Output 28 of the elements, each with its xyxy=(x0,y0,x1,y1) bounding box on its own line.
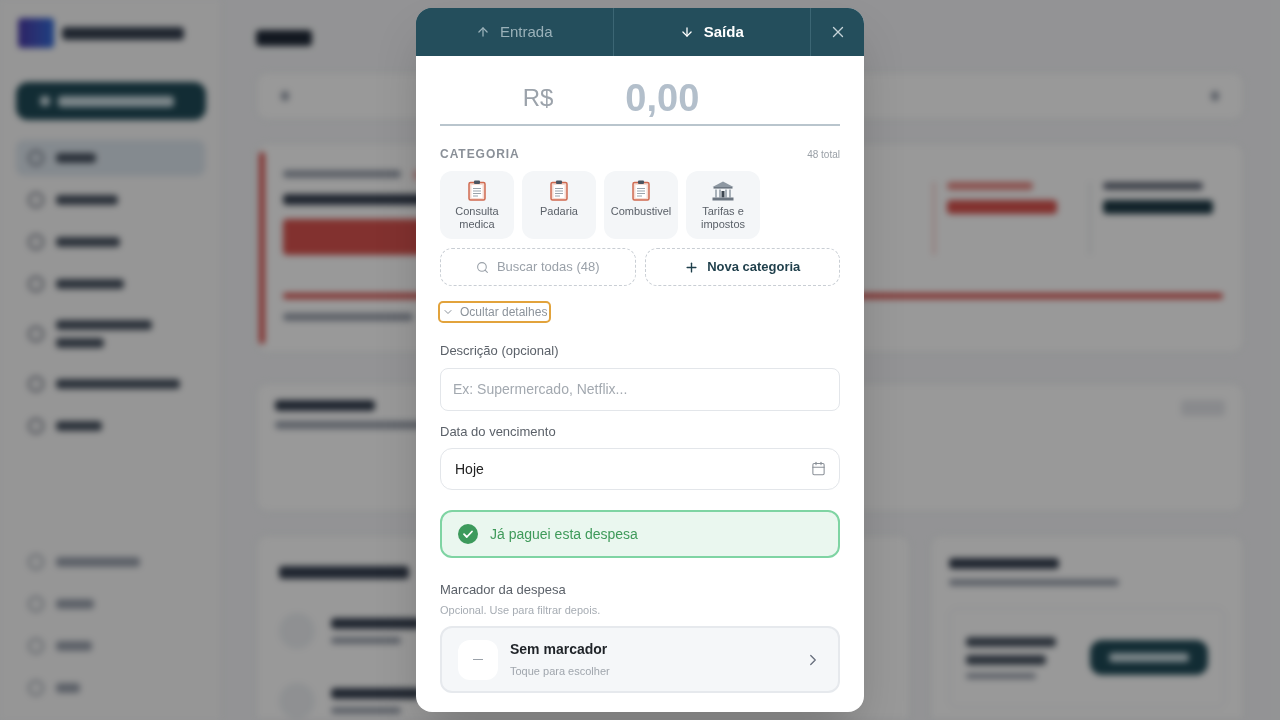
category-tile[interactable]: Consulta medica xyxy=(440,171,514,239)
clipboard-icon xyxy=(550,180,568,201)
currency-label: R$ xyxy=(522,83,554,113)
description-input[interactable]: Ex: Supermercado, Netflix... xyxy=(440,367,840,411)
amount-input[interactable]: 0,00 xyxy=(567,69,758,127)
date-input[interactable]: Hoje xyxy=(440,448,840,490)
field-label: Data do vencimento xyxy=(440,422,557,441)
new-category-button[interactable]: Nova categoria xyxy=(644,248,840,286)
field-label: Descrição (opcional) xyxy=(440,342,560,360)
minus-icon xyxy=(458,639,498,680)
bank-building-icon xyxy=(712,181,734,201)
section-label: CATEGORIA xyxy=(440,146,520,163)
category-tile[interactable]: Padaria xyxy=(522,171,596,239)
tab[interactable]: Entrada xyxy=(416,8,614,56)
field-label: Marcador da despesa xyxy=(440,581,567,599)
category-tile[interactable]: Tarifas e impostos xyxy=(686,171,760,239)
category-tile[interactable]: Combustivel xyxy=(604,171,678,239)
clipboard-icon xyxy=(468,180,486,201)
category-count: 48 total xyxy=(807,147,840,162)
paid-checkbox[interactable]: Já paguei esta despesa xyxy=(440,510,840,558)
check-circle-icon xyxy=(458,524,478,544)
details-toggle[interactable]: Ocultar detalhes xyxy=(440,303,550,321)
field-hint: Opcional. Use para filtrar depois. xyxy=(440,602,602,618)
plus-icon xyxy=(684,259,700,275)
clipboard-icon xyxy=(632,180,650,201)
calendar-icon xyxy=(811,461,826,476)
search-icon xyxy=(475,260,489,274)
tag-selector[interactable]: Sem marcador Toque para escolher xyxy=(440,626,840,693)
